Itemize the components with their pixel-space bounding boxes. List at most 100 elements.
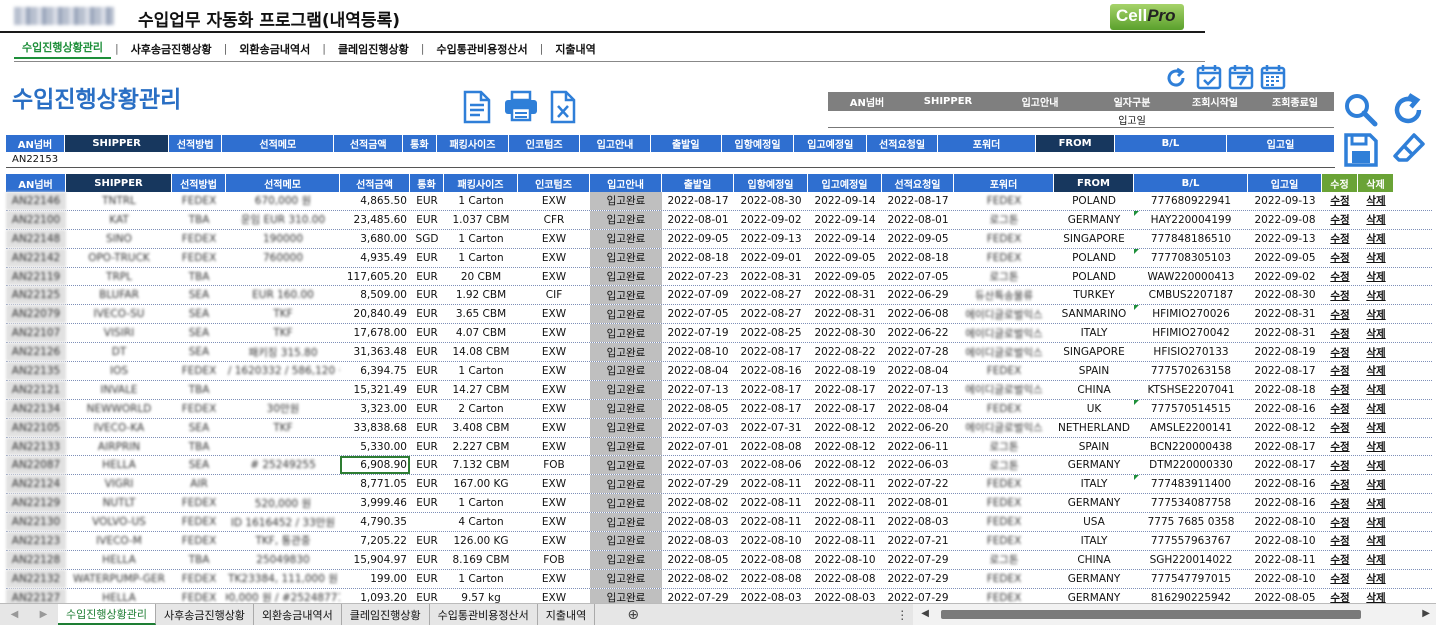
delete-link[interactable]: 삭제 bbox=[1358, 286, 1394, 304]
ship-amount[interactable]: 6,908.90 bbox=[340, 456, 410, 475]
edit-link[interactable]: 수정 bbox=[1322, 305, 1358, 323]
reload-icon[interactable] bbox=[1390, 92, 1426, 128]
delete-link[interactable]: 삭제 bbox=[1358, 381, 1394, 399]
entry-input[interactable] bbox=[938, 152, 1036, 167]
delete-link[interactable]: 삭제 bbox=[1358, 456, 1394, 474]
edit-link[interactable]: 수정 bbox=[1322, 419, 1358, 437]
delete-link[interactable]: 삭제 bbox=[1358, 532, 1394, 550]
horizontal-scrollbar[interactable]: ◀ ▶ bbox=[913, 604, 1436, 625]
tab-left-arrow-icon[interactable]: ◀ bbox=[11, 609, 19, 620]
nav-link-4[interactable]: 클레임진행상황 bbox=[330, 41, 417, 57]
entry-input[interactable] bbox=[169, 152, 222, 167]
filter-value-field[interactable] bbox=[828, 111, 906, 127]
entry-input[interactable] bbox=[651, 152, 722, 167]
delete-link[interactable]: 삭제 bbox=[1358, 324, 1394, 342]
nav-link-2[interactable]: 사후송금진행상황 bbox=[123, 41, 220, 57]
scroll-left-icon[interactable]: ◀ bbox=[921, 608, 929, 619]
edit-link[interactable]: 수정 bbox=[1322, 532, 1358, 550]
entry-input[interactable] bbox=[794, 152, 867, 167]
edit-link[interactable]: 수정 bbox=[1322, 513, 1358, 531]
entry-input[interactable] bbox=[65, 152, 169, 167]
filter-value-field[interactable] bbox=[906, 111, 990, 127]
nav-link-6[interactable]: 지출내역 bbox=[547, 41, 603, 57]
entry-input[interactable] bbox=[1227, 152, 1335, 167]
sheet-tab-3[interactable]: 외환송금내역서 bbox=[253, 604, 342, 625]
refresh-icon[interactable] bbox=[1164, 66, 1188, 90]
edit-link[interactable]: 수정 bbox=[1322, 286, 1358, 304]
edit-link[interactable]: 수정 bbox=[1322, 381, 1358, 399]
entry-input[interactable] bbox=[722, 152, 795, 167]
edit-link[interactable]: 수정 bbox=[1322, 494, 1358, 512]
delete-link[interactable]: 삭제 bbox=[1358, 211, 1394, 229]
entry-input[interactable] bbox=[403, 152, 436, 167]
edit-link[interactable]: 수정 bbox=[1322, 249, 1358, 267]
edit-link[interactable]: 수정 bbox=[1322, 456, 1358, 474]
entry-input[interactable] bbox=[437, 152, 510, 167]
more-options-icon[interactable]: ⋮ bbox=[895, 604, 909, 625]
add-sheet-icon[interactable]: ⊕ bbox=[621, 604, 645, 625]
edit-link[interactable]: 수정 bbox=[1322, 343, 1358, 361]
delete-link[interactable]: 삭제 bbox=[1358, 513, 1394, 531]
edit-link[interactable]: 수정 bbox=[1322, 570, 1358, 588]
scrollbar-thumb[interactable] bbox=[941, 610, 1362, 619]
edit-link[interactable]: 수정 bbox=[1322, 211, 1358, 229]
ship-method: FEDEX bbox=[181, 572, 217, 585]
calendar-check-icon[interactable] bbox=[1196, 64, 1222, 90]
delete-link[interactable]: 삭제 bbox=[1358, 362, 1394, 380]
filter-value-field[interactable] bbox=[1256, 111, 1334, 127]
delete-link[interactable]: 삭제 bbox=[1358, 570, 1394, 588]
delete-link[interactable]: 삭제 bbox=[1358, 249, 1394, 267]
sheet-tab-4[interactable]: 클레임진행상황 bbox=[341, 604, 430, 625]
delete-link[interactable]: 삭제 bbox=[1358, 475, 1394, 493]
nav-link-5[interactable]: 수입통관비용정산서 bbox=[429, 41, 536, 57]
ship-memo: 패키징 315.80 bbox=[248, 346, 318, 359]
edit-link[interactable]: 수정 bbox=[1322, 362, 1358, 380]
tab-right-arrow-icon[interactable]: ▶ bbox=[40, 609, 48, 620]
tab-scroll-arrows[interactable]: ◀ ▶ bbox=[0, 604, 58, 625]
nav-link-1[interactable]: 수입진행상황관리 bbox=[14, 39, 111, 59]
sheet-tab-2[interactable]: 사후송금진행상황 bbox=[155, 604, 254, 625]
edit-link[interactable]: 수정 bbox=[1322, 400, 1358, 418]
edit-link[interactable]: 수정 bbox=[1322, 475, 1358, 493]
entry-input[interactable]: AN22153 bbox=[6, 152, 65, 167]
filter-value-field[interactable] bbox=[990, 111, 1090, 127]
delete-link[interactable]: 삭제 bbox=[1358, 343, 1394, 361]
nav-link-3[interactable]: 외환송금내역서 bbox=[231, 41, 318, 57]
sheet-tab-6[interactable]: 지출내역 bbox=[537, 604, 596, 625]
filter-value-field[interactable] bbox=[1174, 111, 1256, 127]
delete-link[interactable]: 삭제 bbox=[1358, 305, 1394, 323]
entry-input[interactable] bbox=[1036, 152, 1115, 167]
edit-link[interactable]: 수정 bbox=[1322, 268, 1358, 286]
delete-link[interactable]: 삭제 bbox=[1358, 551, 1394, 569]
scroll-right-icon[interactable]: ▶ bbox=[1422, 608, 1430, 619]
eraser-icon[interactable] bbox=[1392, 132, 1426, 168]
edit-link[interactable]: 수정 bbox=[1322, 551, 1358, 569]
edit-link[interactable]: 수정 bbox=[1322, 192, 1358, 210]
entry-input[interactable] bbox=[509, 152, 580, 167]
filter-value-field[interactable]: 입고일 bbox=[1090, 111, 1174, 127]
delete-link[interactable]: 삭제 bbox=[1358, 268, 1394, 286]
delete-link[interactable]: 삭제 bbox=[1358, 192, 1394, 210]
search-icon[interactable] bbox=[1343, 92, 1379, 128]
entry-input[interactable] bbox=[222, 152, 334, 167]
delete-link[interactable]: 삭제 bbox=[1358, 494, 1394, 512]
sheet-tab-5[interactable]: 수입통관비용정산서 bbox=[429, 604, 538, 625]
delete-link[interactable]: 삭제 bbox=[1358, 438, 1394, 456]
delete-link[interactable]: 삭제 bbox=[1358, 230, 1394, 248]
calendar-7-icon[interactable] bbox=[1228, 64, 1254, 90]
entry-input[interactable] bbox=[334, 152, 403, 167]
calendar-month-icon[interactable] bbox=[1260, 64, 1286, 90]
entry-input[interactable] bbox=[867, 152, 938, 167]
delete-link[interactable]: 삭제 bbox=[1358, 400, 1394, 418]
delete-link[interactable]: 삭제 bbox=[1358, 419, 1394, 437]
document-icon[interactable] bbox=[462, 90, 492, 124]
edit-link[interactable]: 수정 bbox=[1322, 230, 1358, 248]
entry-input[interactable] bbox=[1115, 152, 1227, 167]
entry-input[interactable] bbox=[580, 152, 651, 167]
excel-export-icon[interactable] bbox=[549, 90, 577, 124]
printer-icon[interactable] bbox=[503, 90, 539, 122]
edit-link[interactable]: 수정 bbox=[1322, 324, 1358, 342]
edit-link[interactable]: 수정 bbox=[1322, 438, 1358, 456]
save-icon[interactable] bbox=[1343, 132, 1379, 168]
sheet-tab-1[interactable]: 수입진행상황관리 bbox=[58, 604, 156, 625]
